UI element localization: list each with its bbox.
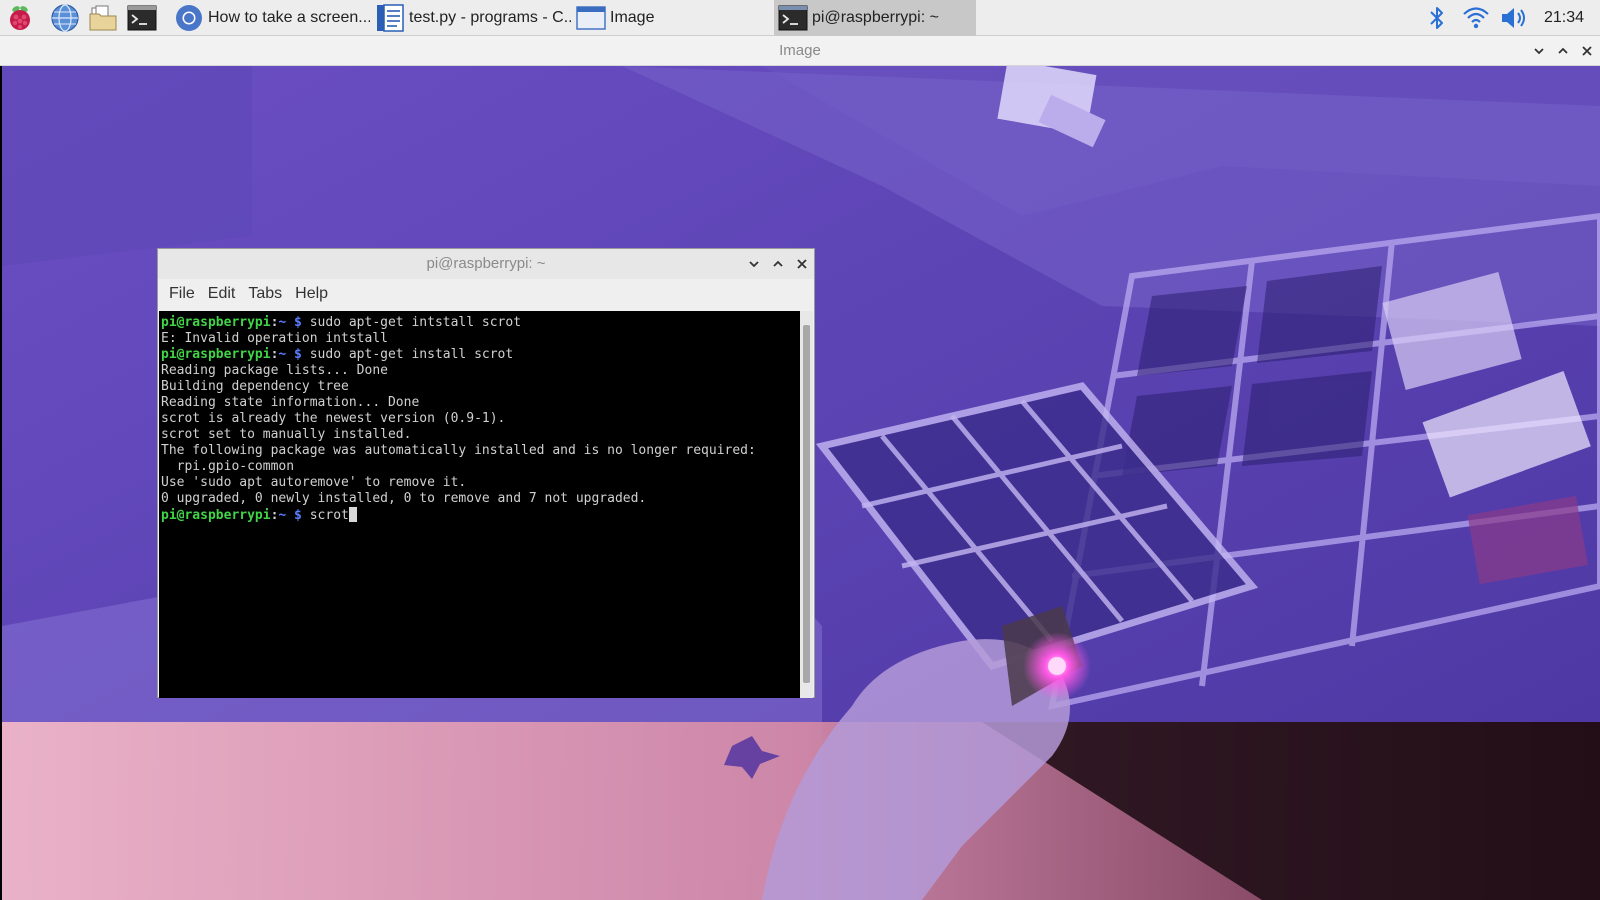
prompt-user: pi@raspberrypi xyxy=(161,315,271,330)
raspberry-menu-icon[interactable] xyxy=(5,3,35,33)
task-label: Image xyxy=(610,9,655,26)
terminal-scrollbar[interactable] xyxy=(800,311,813,698)
volume-icon[interactable] xyxy=(1499,3,1531,33)
minimize-icon[interactable] xyxy=(1531,43,1547,59)
terminal-menubar: File Edit Tabs Help xyxy=(158,279,814,309)
prompt-symbol: $ xyxy=(286,315,310,330)
terminal-window[interactable]: pi@raspberrypi: ~ File Edit Tabs Help pi… xyxy=(157,248,815,698)
clock[interactable]: 21:34 xyxy=(1544,0,1584,36)
text-editor-icon xyxy=(377,4,404,32)
text-cursor xyxy=(348,507,357,522)
task-label: test.py - programs - C... xyxy=(409,9,571,26)
command-text: scrot xyxy=(309,508,349,523)
image-viewer-titlebar[interactable]: Image xyxy=(0,36,1600,66)
command-text: sudo apt-get install scrot xyxy=(309,347,514,362)
minimize-icon[interactable] xyxy=(746,256,762,272)
taskbar: How to take a screen... test.py - progra… xyxy=(0,0,1600,36)
prompt-user: pi@raspberrypi xyxy=(161,347,271,362)
task-text-editor[interactable]: test.py - programs - C... xyxy=(375,0,571,36)
terminal-icon[interactable] xyxy=(127,3,157,33)
terminal-output-line: Building dependency tree xyxy=(161,379,349,394)
bluetooth-icon[interactable] xyxy=(1426,3,1448,33)
prompt-symbol: $ xyxy=(286,508,310,523)
menu-tabs[interactable]: Tabs xyxy=(248,285,282,303)
menu-edit[interactable]: Edit xyxy=(208,285,236,303)
close-icon[interactable] xyxy=(1579,43,1595,59)
terminal-output-line: 0 upgraded, 0 newly installed, 0 to remo… xyxy=(161,491,647,506)
terminal-output-line: scrot is already the newest version (0.9… xyxy=(161,411,506,426)
window-icon xyxy=(576,6,606,30)
maximize-icon[interactable] xyxy=(1555,43,1571,59)
menu-file[interactable]: File xyxy=(169,285,195,303)
menu-help[interactable]: Help xyxy=(295,285,328,303)
command-text: sudo apt-get intstall scrot xyxy=(309,315,522,330)
prompt-symbol: $ xyxy=(286,347,310,362)
close-icon[interactable] xyxy=(794,256,810,272)
terminal-output-line: Use 'sudo apt autoremove' to remove it. xyxy=(161,475,467,490)
terminal-output-line: rpi.gpio-common xyxy=(161,459,295,474)
terminal-output-line: The following package was automatically … xyxy=(161,443,756,458)
task-label: pi@raspberrypi: ~ xyxy=(812,9,939,26)
terminal-command-line: pi@raspberrypi:~ $ sudo apt-get install … xyxy=(161,347,802,363)
task-chromium[interactable]: How to take a screen... xyxy=(174,0,370,36)
terminal-output-line: Reading state information... Done xyxy=(161,395,420,410)
terminal-titlebar[interactable]: pi@raspberrypi: ~ xyxy=(158,249,814,279)
window-title: Image xyxy=(779,42,821,59)
terminal-icon xyxy=(778,5,808,31)
task-image[interactable]: Image xyxy=(576,0,766,36)
terminal-output-line: E: Invalid operation intstall xyxy=(161,331,388,346)
terminal-output[interactable]: pi@raspberrypi:~ $ sudo apt-get intstall… xyxy=(159,311,802,698)
maximize-icon[interactable] xyxy=(770,256,786,272)
chromium-icon xyxy=(176,5,202,31)
task-terminal[interactable]: pi@raspberrypi: ~ xyxy=(774,0,976,36)
terminal-output-line: scrot set to manually installed. xyxy=(161,427,412,442)
prompt-user: pi@raspberrypi xyxy=(161,508,271,523)
terminal-command-line: pi@raspberrypi:~ $ scrot xyxy=(161,507,802,524)
terminal-output-line: Reading package lists... Done xyxy=(161,363,388,378)
terminal-command-line: pi@raspberrypi:~ $ sudo apt-get intstall… xyxy=(161,315,802,331)
wifi-icon[interactable] xyxy=(1461,3,1491,33)
file-manager-icon[interactable] xyxy=(88,3,118,33)
terminal-title: pi@raspberrypi: ~ xyxy=(426,255,546,272)
scrollbar-thumb[interactable] xyxy=(803,325,810,683)
task-label: How to take a screen... xyxy=(208,9,370,26)
web-browser-icon[interactable] xyxy=(50,3,80,33)
